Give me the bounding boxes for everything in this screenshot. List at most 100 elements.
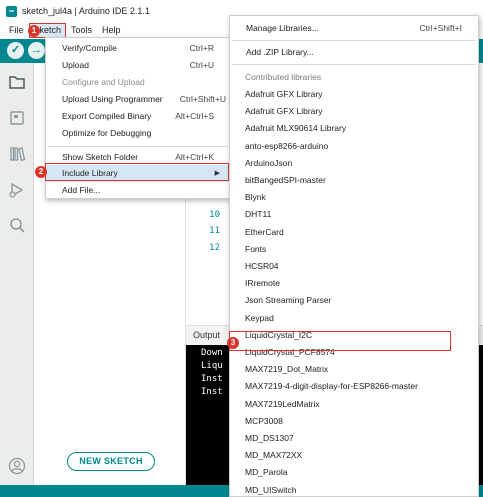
menu-item-upload[interactable]: Upload Ctrl+U bbox=[46, 57, 230, 74]
menu-item-label: Optimize for Debugging bbox=[62, 128, 152, 138]
library-item-label: MD_UISwitch bbox=[245, 484, 297, 495]
library-item[interactable]: MD_MAX72XX bbox=[230, 447, 478, 464]
menu-item-shortcut: Ctrl+R bbox=[189, 43, 214, 53]
menu-item-label: Manage Libraries... bbox=[246, 23, 319, 33]
library-item[interactable]: MD_Parola bbox=[230, 464, 478, 481]
section-header-contributed: Contributed libraries bbox=[230, 69, 478, 86]
library-item-label: EtherCard bbox=[245, 226, 284, 237]
menu-item-add-file[interactable]: Add File... bbox=[46, 182, 230, 199]
highlight-box-liquidcrystal-pcf8574 bbox=[229, 331, 451, 351]
activity-bar bbox=[0, 63, 34, 497]
menu-item-shortcut: Alt+Ctrl+S bbox=[175, 111, 214, 121]
arduino-logo-icon: ∞ bbox=[6, 5, 17, 17]
menu-item-upload-programmer[interactable]: Upload Using Programmer Ctrl+Shift+U bbox=[46, 91, 230, 108]
library-item-label: anto-esp8266-arduino bbox=[245, 140, 329, 151]
library-item[interactable]: Adafruit GFX Library bbox=[230, 103, 478, 120]
library-item[interactable]: MD_UISwitch bbox=[230, 482, 478, 497]
line-number: 10 bbox=[209, 210, 220, 220]
checkmark-icon: ✓ bbox=[10, 44, 21, 56]
library-item[interactable]: Adafruit GFX Library bbox=[230, 86, 478, 103]
library-item[interactable]: MD_DS1307 bbox=[230, 430, 478, 447]
library-item-label: MCP3008 bbox=[245, 415, 283, 426]
library-item-label: Json Streaming Parser bbox=[245, 295, 332, 306]
library-icon[interactable] bbox=[8, 145, 26, 163]
verify-button[interactable]: ✓ bbox=[7, 42, 24, 59]
menu-item-label: Configure and Upload bbox=[62, 77, 145, 87]
menu-item-verify-compile[interactable]: Verify/Compile Ctrl+R bbox=[46, 40, 230, 57]
library-item[interactable]: Json Streaming Parser bbox=[230, 292, 478, 309]
library-item-label: MAX7219_Dot_Matrix bbox=[245, 364, 329, 375]
menu-item-shortcut: Ctrl+Shift+U bbox=[179, 94, 226, 104]
arduino-ide-window: ∞ sketch_jul4a | Arduino IDE 2.1.1 File … bbox=[0, 0, 483, 497]
menu-help[interactable]: Help bbox=[97, 23, 126, 38]
menu-item-label: Upload Using Programmer bbox=[62, 94, 163, 104]
menu-item-shortcut: Ctrl+Shift+I bbox=[419, 23, 462, 33]
library-item-label: Adafruit GFX Library bbox=[245, 89, 323, 99]
menu-separator bbox=[232, 64, 476, 65]
output-line: Down bbox=[201, 348, 223, 358]
menu-item-label: Add File... bbox=[62, 185, 101, 195]
debug-icon[interactable] bbox=[8, 181, 26, 199]
library-item-label: Keypad bbox=[245, 312, 274, 323]
menu-item-configure-upload[interactable]: Configure and Upload bbox=[46, 74, 230, 91]
library-item[interactable]: ArduinoJson bbox=[230, 155, 478, 172]
upload-button[interactable]: → bbox=[28, 42, 45, 59]
library-item-label: DHT11 bbox=[245, 209, 272, 220]
include-library-submenu: Manage Libraries... Ctrl+Shift+I Add .ZI… bbox=[229, 15, 479, 497]
arrow-right-icon: → bbox=[31, 44, 42, 56]
library-item-label: MAX7219-4-digit-display-for-ESP8266-mast… bbox=[245, 381, 418, 392]
library-item[interactable]: IRremote bbox=[230, 275, 478, 292]
step-badge-3: 3 bbox=[227, 337, 239, 349]
menu-file[interactable]: File bbox=[4, 23, 29, 38]
line-number: 12 bbox=[209, 243, 220, 253]
library-item-label: Fonts bbox=[245, 243, 267, 254]
menu-item-label: Add .ZIP Library... bbox=[246, 47, 314, 57]
menu-item-label: Verify/Compile bbox=[62, 43, 117, 53]
library-item[interactable]: MAX7219-4-digit-display-for-ESP8266-mast… bbox=[230, 378, 478, 395]
menu-tools[interactable]: Tools bbox=[66, 23, 97, 38]
library-item[interactable]: MCP3008 bbox=[230, 413, 478, 430]
folder-icon[interactable] bbox=[8, 73, 26, 91]
menu-item-optimize-debugging[interactable]: Optimize for Debugging bbox=[46, 125, 230, 142]
library-item-label: MD_Parola bbox=[245, 467, 288, 478]
section-header-label: Contributed libraries bbox=[245, 72, 322, 82]
line-number: 11 bbox=[209, 226, 220, 236]
library-item-label: Adafruit GFX Library bbox=[245, 106, 323, 117]
output-title: Output bbox=[193, 330, 221, 340]
library-item[interactable]: Adafruit MLX90614 Library bbox=[230, 120, 478, 137]
highlight-box-include-library bbox=[45, 163, 229, 181]
library-item-label: MAX7219LedMatrix bbox=[245, 398, 320, 409]
library-item-label: MD_MAX72XX bbox=[245, 450, 303, 461]
board-icon[interactable] bbox=[8, 109, 26, 127]
library-item-label: bitBangedSPI-master bbox=[245, 175, 326, 185]
menu-item-label: Export Compiled Binary bbox=[62, 111, 152, 121]
output-line: Liqu bbox=[201, 361, 223, 371]
library-item[interactable]: EtherCard bbox=[230, 224, 478, 241]
library-item[interactable]: HCSR04 bbox=[230, 258, 478, 275]
new-sketch-button[interactable]: NEW SKETCH bbox=[67, 452, 155, 471]
library-item-label: Blynk bbox=[245, 192, 266, 203]
account-icon[interactable] bbox=[8, 457, 26, 475]
library-item-label: Adafruit MLX90614 Library bbox=[245, 123, 347, 134]
library-item[interactable]: DHT11 bbox=[230, 206, 478, 223]
library-item[interactable]: MAX7219LedMatrix bbox=[230, 396, 478, 413]
search-icon[interactable] bbox=[8, 216, 26, 234]
menu-item-add-zip-library[interactable]: Add .ZIP Library... bbox=[230, 44, 478, 61]
library-item-label: HCSR04 bbox=[245, 261, 279, 271]
library-item[interactable]: anto-esp8266-arduino bbox=[230, 138, 478, 155]
library-item[interactable]: Blynk bbox=[230, 189, 478, 206]
step-badge-1: 1 bbox=[28, 25, 40, 37]
window-title: sketch_jul4a | Arduino IDE 2.1.1 bbox=[22, 6, 150, 16]
step-badge-2: 2 bbox=[35, 166, 47, 178]
menu-separator bbox=[232, 40, 476, 41]
library-item[interactable]: Keypad bbox=[230, 310, 478, 327]
library-item[interactable]: bitBangedSPI-master bbox=[230, 172, 478, 189]
menu-item-manage-libraries[interactable]: Manage Libraries... Ctrl+Shift+I bbox=[230, 20, 478, 37]
library-item-label: MD_DS1307 bbox=[245, 433, 294, 443]
library-item-label: ArduinoJson bbox=[245, 157, 293, 168]
menu-separator bbox=[48, 146, 228, 147]
library-item-label: IRremote bbox=[245, 278, 280, 289]
library-item[interactable]: Fonts bbox=[230, 241, 478, 258]
menu-item-export-binary[interactable]: Export Compiled Binary Alt+Ctrl+S bbox=[46, 108, 230, 125]
library-item[interactable]: MAX7219_Dot_Matrix bbox=[230, 361, 478, 378]
